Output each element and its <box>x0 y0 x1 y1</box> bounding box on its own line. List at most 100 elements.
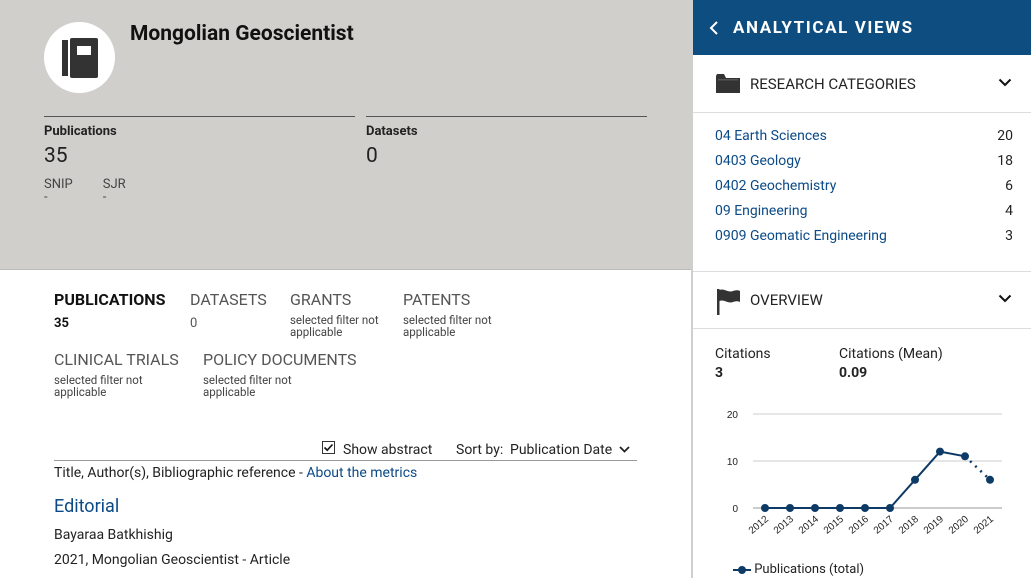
list-header-text: Title, Author(s), Bibliographic referenc… <box>54 465 307 481</box>
book-icon <box>61 37 98 78</box>
tab-policy-documents[interactable]: POLICY DOCUMENTS selected filter not app… <box>203 350 357 399</box>
chevron-left-icon[interactable] <box>709 20 719 36</box>
article-authors: Bayaraa Batkhishig <box>54 527 173 543</box>
x-tick-label: 2016 <box>847 514 871 537</box>
citations-label: Citations <box>715 346 771 362</box>
data-point <box>986 475 994 484</box>
category-count: 18 <box>997 153 1013 169</box>
tab-note: selected filter not applicable <box>54 373 143 399</box>
citations-value: 3 <box>715 365 724 381</box>
tab-count: 0 <box>190 316 198 331</box>
tab-label: PATENTS <box>403 290 471 309</box>
x-tick-label: 2013 <box>772 514 796 537</box>
overview-header[interactable]: OVERVIEW <box>693 271 1031 329</box>
chevron-down-icon[interactable] <box>998 78 1012 87</box>
data-point <box>886 504 894 512</box>
x-tick-label: 2012 <box>747 514 771 537</box>
article-reference: 2021, Mongolian Geoscientist - Article <box>54 552 291 568</box>
snip-metric: SNIP - <box>44 177 73 204</box>
tab-note: selected filter not applicable <box>403 313 492 339</box>
data-point <box>961 452 969 461</box>
chart-legend: Publications (total) <box>733 562 865 577</box>
y-tick-label: 0 <box>732 504 738 515</box>
series-line <box>765 450 966 509</box>
category-row[interactable]: 0402 Geochemistry 6 <box>715 178 1013 196</box>
citations-mean-value: 0.09 <box>839 365 868 381</box>
tab-patents[interactable]: PATENTS selected filter not applicable <box>403 290 503 338</box>
category-row[interactable]: 0403 Geology 18 <box>715 153 1013 171</box>
category-row[interactable]: 09 Engineering 4 <box>715 203 1013 221</box>
tab-datasets[interactable]: DATASETS 0 <box>190 290 267 331</box>
tab-label: CLINICAL TRIALS <box>54 350 179 369</box>
x-tick-label: 2020 <box>947 514 971 537</box>
tab-grants[interactable]: GRANTS selected filter not applicable <box>290 290 390 338</box>
category-name[interactable]: 0402 Geochemistry <box>715 178 836 194</box>
show-abstract-checkbox[interactable] <box>322 441 335 454</box>
category-name[interactable]: 0909 Geomatic Engineering <box>715 228 887 244</box>
x-tick-label: 2019 <box>922 514 946 537</box>
list-controls: Show abstract Sort by: Publication Date <box>54 440 637 460</box>
data-point <box>786 504 794 512</box>
tab-label: POLICY DOCUMENTS <box>203 350 357 369</box>
show-abstract-label[interactable]: Show abstract <box>343 442 432 458</box>
x-tick-label: 2014 <box>797 514 821 537</box>
citations-stat: Citations 3 <box>715 346 771 381</box>
x-tick-label: 2021 <box>972 514 996 537</box>
overview-label: OVERVIEW <box>750 291 823 309</box>
sjr-metric: SJR - <box>103 177 126 204</box>
panel-header[interactable]: ANALYTICAL VIEWS <box>693 0 1031 55</box>
journal-title: Mongolian Geoscientist <box>130 22 354 46</box>
publications-chart: 010202012 2013 2014 2015 2016 2017 2018 2019 202… <box>727 410 1002 537</box>
sjr-label: SJR <box>102 177 126 192</box>
about-metrics-link[interactable]: About the metrics <box>306 465 417 481</box>
data-point <box>761 504 769 512</box>
x-tick-label: 2015 <box>822 514 846 537</box>
folder-icon <box>716 74 740 93</box>
publications-label: Publications <box>44 124 117 139</box>
tab-publications[interactable]: PUBLICATIONS 35 <box>54 290 165 331</box>
datasets-value: 0 <box>366 144 378 168</box>
tab-label: PUBLICATIONS <box>54 290 166 309</box>
publications-value: 35 <box>44 144 68 168</box>
tab-count: 35 <box>54 316 69 331</box>
data-point <box>911 475 919 484</box>
publications-metric: Publications 35 SNIP - SJR - <box>44 116 355 204</box>
legend-label: Publications (total) <box>754 562 865 577</box>
chevron-down-icon[interactable] <box>998 294 1012 303</box>
chevron-down-icon[interactable] <box>619 446 630 453</box>
y-tick-label: 20 <box>727 410 739 421</box>
category-name[interactable]: 09 Engineering <box>715 203 807 219</box>
article-title-link[interactable]: Editorial <box>54 496 119 517</box>
category-count: 20 <box>997 128 1013 144</box>
category-name[interactable]: 04 Earth Sciences <box>715 128 827 144</box>
category-count: 4 <box>1005 203 1013 219</box>
citations-mean-stat: Citations (Mean) 0.09 <box>839 346 943 381</box>
category-count: 6 <box>1005 178 1013 194</box>
flag-icon <box>717 289 740 315</box>
legend-marker <box>733 565 751 574</box>
list-header: Title, Author(s), Bibliographic referenc… <box>54 460 637 481</box>
category-row[interactable]: 04 Earth Sciences 20 <box>715 128 1013 146</box>
tab-clinical-trials[interactable]: CLINICAL TRIALS selected filter not appl… <box>54 350 179 399</box>
snip-value: - <box>44 190 48 205</box>
snip-label: SNIP <box>44 177 73 192</box>
research-categories-header[interactable]: RESEARCH CATEGORIES <box>693 55 1031 113</box>
category-name[interactable]: 0403 Geology <box>715 153 801 169</box>
panel-title: ANALYTICAL VIEWS <box>733 17 914 38</box>
sort-by-label: Sort by: <box>456 442 504 458</box>
tab-label: GRANTS <box>290 290 352 309</box>
tab-note: selected filter not applicable <box>203 373 292 399</box>
sjr-value: - <box>102 190 107 205</box>
sort-select[interactable]: Publication Date <box>510 442 612 458</box>
tab-label: DATASETS <box>190 290 267 309</box>
datasets-metric: Datasets 0 <box>366 116 647 168</box>
journal-logo <box>44 22 115 93</box>
series-line-projected <box>964 455 991 481</box>
analytical-views-panel: ANALYTICAL VIEWS RESEARCH CATEGORIES 04 … <box>691 0 1031 578</box>
research-categories-list: 04 Earth Sciences 20 0403 Geology 18 040… <box>693 124 1031 245</box>
category-row[interactable]: 0909 Geomatic Engineering 3 <box>715 228 1013 245</box>
x-tick-label: 2018 <box>897 514 921 537</box>
data-point <box>811 504 819 512</box>
tab-note: selected filter not applicable <box>290 313 379 339</box>
data-point <box>836 504 844 512</box>
